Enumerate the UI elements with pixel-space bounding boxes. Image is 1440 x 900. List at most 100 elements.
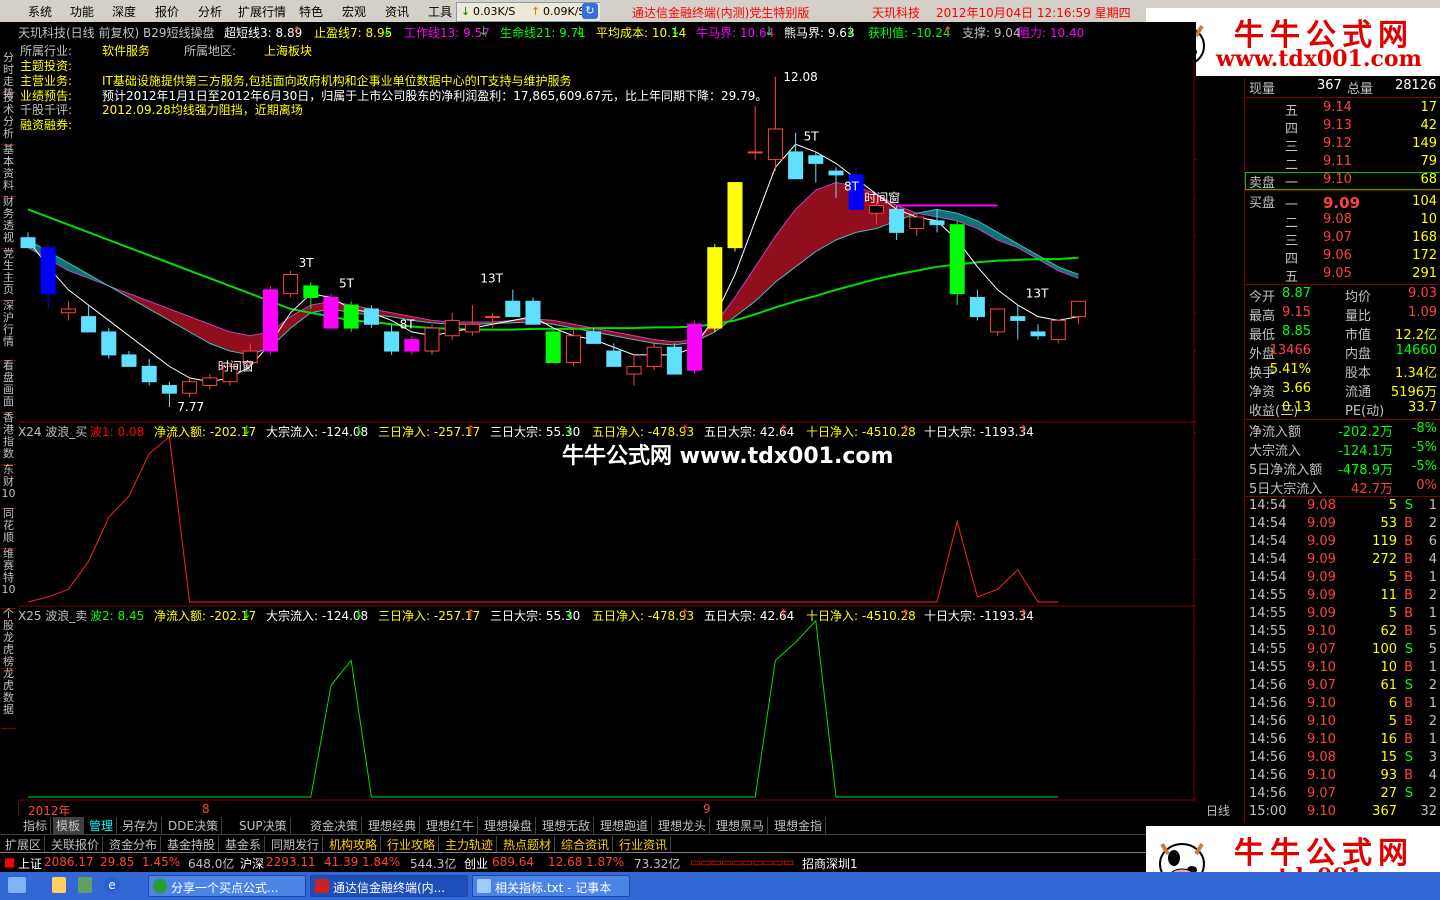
hs-change: 41.39: [324, 855, 359, 869]
menu-item-macro[interactable]: 宏观: [342, 3, 366, 20]
sidebar-tab[interactable]: 东财10: [1, 464, 16, 509]
tab-extension[interactable]: 机构攻略: [326, 836, 382, 853]
ask-level: 二: [1285, 158, 1299, 173]
sidebar-tab[interactable]: 龙虎数据: [1, 668, 16, 729]
candle-body: [687, 323, 703, 371]
cy-value: 689.64: [492, 855, 534, 869]
tick-price: 9.10: [1307, 768, 1336, 783]
chart-annotation: 13T: [1026, 287, 1049, 301]
tab-extension[interactable]: 行业资讯: [616, 836, 672, 853]
sidebar-tab[interactable]: 个股龙虎榜: [1, 608, 16, 669]
candle-body: [525, 300, 541, 325]
tick-side: B: [1404, 660, 1413, 675]
tab-template[interactable]: 资金决策: [307, 817, 363, 834]
bid-volume: 10: [1420, 212, 1437, 227]
sidebar-tab[interactable]: 维赛特10: [1, 548, 16, 609]
stat-value: 5196万: [1390, 385, 1437, 400]
tick-count: 2: [1428, 714, 1437, 729]
show-desktop-icon[interactable]: [8, 877, 26, 893]
indicator-label: 工作线13: 9.57: [404, 26, 490, 40]
tab-template[interactable]: 理想黑马: [713, 817, 769, 834]
sidebar-tab[interactable]: 基本资料: [1, 144, 16, 197]
tab-template[interactable]: 理想无敌: [539, 817, 595, 834]
tab-template[interactable]: 另存为: [119, 817, 163, 834]
sidebar-tab[interactable]: 香港指数: [1, 412, 16, 465]
menu-item-function[interactable]: 功能: [70, 3, 94, 20]
tab-extension[interactable]: 主力轨迹: [442, 836, 498, 853]
sidebar-tab[interactable]: 党生主页: [1, 248, 16, 301]
menu-item-extended[interactable]: 扩展行情: [238, 3, 286, 20]
industry-value[interactable]: 软件服务: [102, 42, 150, 59]
tab-template[interactable]: DDE决策: [165, 817, 223, 834]
candle-body: [889, 208, 905, 233]
stat-label: PE(动): [1345, 404, 1385, 419]
tab-template[interactable]: 理想龙头: [655, 817, 711, 834]
tab-extension[interactable]: 资金分布: [106, 836, 162, 853]
tick-side: B: [1404, 534, 1413, 549]
indicator-arrow-icon: ↑: [942, 24, 953, 38]
task-button-active[interactable]: 通达信金融终端(内...: [310, 875, 468, 897]
tick-side: B: [1404, 624, 1413, 639]
tick-count: 1: [1428, 570, 1437, 585]
candle-body: [101, 331, 117, 356]
tab-template[interactable]: 理想操盘: [481, 817, 537, 834]
flow-percent: 0%: [1416, 478, 1437, 493]
stat-value: 8.87: [1282, 286, 1311, 301]
menu-item-quote[interactable]: 报价: [155, 3, 179, 20]
stat-label: 量比: [1345, 309, 1372, 324]
xianliang-label: 现量: [1249, 82, 1276, 97]
tab-template[interactable]: 理想红牛: [423, 817, 479, 834]
menu-item-system[interactable]: 系统: [28, 3, 52, 20]
bid-volume: 291: [1412, 266, 1437, 281]
sidebar-tab[interactable]: 财务透视: [1, 196, 16, 249]
sidebar-tab[interactable]: 看盘画面: [1, 360, 16, 413]
tick-side: B: [1404, 732, 1413, 747]
flow-item-label: 十日净入: -4510.28: [806, 609, 916, 623]
task-button[interactable]: 相关指标.txt - 记事本: [472, 875, 630, 897]
tab-extension[interactable]: 扩展区: [2, 836, 46, 853]
candle-body: [283, 273, 299, 295]
logo-text-url: www.tdx001.com: [1216, 46, 1422, 72]
quicklaunch-icon[interactable]: [78, 877, 92, 893]
stat-value: 12.2亿: [1395, 328, 1437, 343]
tab-extension[interactable]: 基金持股: [164, 836, 220, 853]
tab-extension[interactable]: 热点题材: [500, 836, 556, 853]
tab-template[interactable]: 理想跑道: [597, 817, 653, 834]
tick-time: 14:55: [1249, 606, 1287, 621]
divider: [1245, 419, 1440, 420]
stat-value: 9.03: [1408, 286, 1437, 301]
task-button[interactable]: 分享一个买点公式...: [148, 875, 306, 897]
sidebar-tab[interactable]: 技术分析: [1, 92, 16, 145]
menu-item-news[interactable]: 资讯: [385, 3, 409, 20]
tab-template[interactable]: 模板: [53, 817, 85, 834]
tick-price: 9.09: [1307, 588, 1336, 603]
tab-extension[interactable]: 同期发行: [268, 836, 324, 853]
tab-template[interactable]: 理想经典: [365, 817, 421, 834]
tick-price: 9.09: [1307, 570, 1336, 585]
tab-template[interactable]: SUP决策: [236, 817, 291, 834]
tab-extension[interactable]: 基金系: [222, 836, 266, 853]
tab-extension[interactable]: 行业攻略: [384, 836, 440, 853]
menu-item-tools[interactable]: 工具: [428, 3, 452, 20]
flow-arrow-icon: ↑: [900, 607, 911, 621]
candle-body: [384, 331, 400, 352]
chart-annotation: 7.77: [177, 400, 204, 414]
stat-label: 最低: [1249, 328, 1276, 343]
tab-extension[interactable]: 综合资讯: [558, 836, 614, 853]
tab-template[interactable]: 指标: [20, 817, 52, 834]
menu-item-analysis[interactable]: 分析: [198, 3, 222, 20]
tab-template[interactable]: 管理: [86, 817, 118, 834]
sh-change: 29.85: [100, 855, 135, 869]
chart-title: 天玑科技(日线 前复权) B29短线操盘: [18, 26, 215, 40]
quicklaunch-icon[interactable]: [52, 877, 66, 893]
refresh-icon[interactable]: ↻: [582, 3, 598, 19]
menu-item-featured[interactable]: 特色: [299, 3, 323, 20]
sidebar-tab[interactable]: 分时走势: [1, 52, 16, 100]
ie-icon[interactable]: e: [104, 877, 120, 893]
tab-template[interactable]: 理想金指: [771, 817, 827, 834]
sidebar-tab[interactable]: 同花顺: [1, 508, 16, 549]
tab-extension[interactable]: 关联报价: [48, 836, 104, 853]
sidebar-tab[interactable]: 深沪行情: [1, 300, 16, 361]
region-value[interactable]: 上海板块: [264, 42, 312, 59]
menu-item-depth[interactable]: 深度: [112, 3, 136, 20]
